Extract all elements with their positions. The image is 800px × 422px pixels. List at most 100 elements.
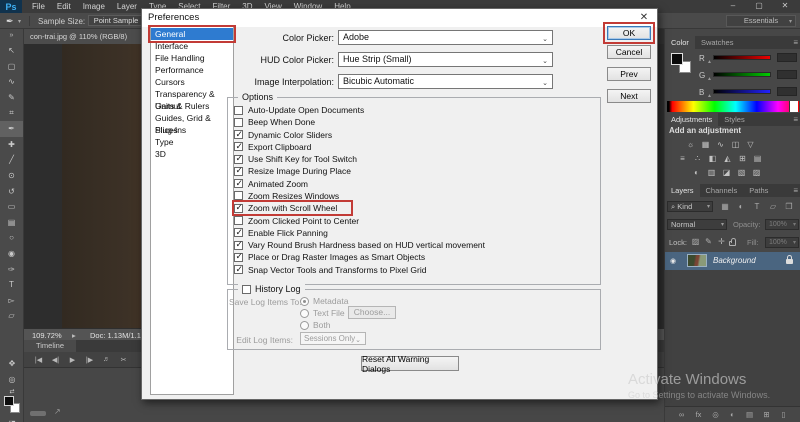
layer-mask-icon[interactable]: ◎ <box>707 410 724 419</box>
checkbox[interactable] <box>234 216 243 226</box>
menu-item[interactable]: Image <box>77 0 111 13</box>
panel-menu-icon[interactable]: ≡ <box>793 36 798 49</box>
option-row[interactable]: Animated Zoom <box>234 178 322 190</box>
menu-item[interactable]: File <box>26 0 51 13</box>
panel-menu-icon[interactable]: ≡ <box>793 113 798 126</box>
option-row[interactable]: Enable Flick Panning <box>234 227 342 239</box>
choose-button[interactable]: Choose... <box>348 306 396 319</box>
checkbox[interactable] <box>234 153 243 164</box>
layer-filter-dropdown[interactable]: ⌕ Kind ▾ <box>667 201 713 212</box>
dodge-tool-icon[interactable]: ◉ <box>0 246 23 262</box>
smart-object-filter-icon[interactable]: ❒ <box>781 201 797 212</box>
lock-pixels-icon[interactable]: ✎ <box>702 236 715 247</box>
checkbox[interactable] <box>234 178 243 189</box>
timeline-tab[interactable]: Timeline <box>24 340 76 352</box>
checkbox[interactable] <box>234 227 243 238</box>
play-icon[interactable]: ▶ <box>64 356 81 364</box>
radio-button[interactable] <box>300 308 309 318</box>
crop-tool-icon[interactable]: ⌗ <box>0 105 23 121</box>
channel-value-box[interactable] <box>777 70 797 79</box>
menu-item[interactable]: Layer <box>111 0 143 13</box>
blend-mode-dropdown[interactable]: Normal ▾ <box>667 219 727 230</box>
restore-button[interactable]: ▢ <box>746 0 772 12</box>
checkbox[interactable] <box>234 165 243 176</box>
panel-tab[interactable]: Paths <box>743 184 774 197</box>
curves-icon[interactable]: ∿ <box>713 140 728 152</box>
category-item[interactable]: Plug-Ins <box>151 124 233 136</box>
color-lookup-icon[interactable]: ▤ <box>750 154 765 166</box>
layer-visibility-icon[interactable]: ◉ <box>670 257 676 265</box>
white-swatch[interactable] <box>789 101 798 112</box>
radio-button[interactable] <box>300 320 309 330</box>
posterize-icon[interactable]: ▥ <box>704 168 719 180</box>
reset-warning-dialogs-button[interactable]: Reset All Warning Dialogs <box>361 354 459 374</box>
foreground-color-swatch[interactable] <box>671 53 683 65</box>
foreground-color-swatch[interactable] <box>4 396 14 406</box>
option-row[interactable]: Export Clipboard <box>234 141 325 153</box>
zoom-level[interactable]: 109.72% <box>32 331 62 340</box>
history-log-checkbox[interactable] <box>242 284 251 294</box>
checkbox[interactable] <box>234 129 243 140</box>
category-item[interactable]: 3D <box>151 148 233 160</box>
channel-mixer-icon[interactable]: ⊞ <box>735 154 750 166</box>
adjustment-layer-icon[interactable]: ◐ <box>724 410 741 419</box>
edit-log-dropdown[interactable]: Sessions Only ⌄ <box>300 332 366 345</box>
lock-all-icon[interactable] <box>729 238 736 246</box>
lock-position-icon[interactable]: ✛ <box>715 236 728 247</box>
category-item[interactable]: Units & Rulers <box>151 100 233 112</box>
split-icon[interactable]: ✂ <box>115 356 132 364</box>
minimize-button[interactable]: – <box>720 0 746 12</box>
sample-size-dropdown[interactable]: Point Sample <box>88 15 144 26</box>
photo-filter-icon[interactable]: ◭ <box>720 154 735 166</box>
exposure-icon[interactable]: ◫ <box>728 140 743 152</box>
radio-button[interactable] <box>300 296 309 306</box>
checkbox[interactable] <box>234 264 243 275</box>
chevron-down-icon[interactable]: ▾ <box>793 238 796 248</box>
type-layer-filter-icon[interactable]: T <box>749 201 765 212</box>
option-row[interactable]: Use Shift Key for Tool Switch <box>234 153 371 165</box>
hue-saturation-icon[interactable]: ≡ <box>675 154 690 166</box>
panel-tab[interactable]: Channels <box>700 184 744 197</box>
chevron-down-icon[interactable]: ▾ <box>18 18 21 25</box>
checkbox[interactable] <box>234 202 243 213</box>
dialog-button[interactable]: OK <box>603 22 655 44</box>
option-row[interactable]: Auto-Update Open Documents <box>234 104 378 116</box>
chevron-down-icon[interactable]: ▾ <box>793 220 796 230</box>
audio-icon[interactable]: ♬ <box>98 356 115 363</box>
brush-tool-icon[interactable]: ╱ <box>0 152 23 168</box>
levels-icon[interactable]: ▦ <box>698 140 713 152</box>
layer-thumbnail[interactable] <box>687 254 707 267</box>
path-selection-tool-icon[interactable]: ▻ <box>0 293 23 309</box>
collapse-toolbar-icon[interactable]: » <box>0 29 23 43</box>
type-tool-icon[interactable]: T <box>0 277 23 293</box>
lock-transparency-icon[interactable]: ▨ <box>689 236 702 247</box>
option-row[interactable]: Vary Round Brush Hardness based on HUD v… <box>234 239 499 251</box>
option-row[interactable]: Beep When Done <box>234 116 329 128</box>
next-frame-icon[interactable]: |▶ <box>81 356 98 364</box>
blur-tool-icon[interactable]: ○ <box>0 230 23 246</box>
hand-tool-icon[interactable]: ✥ <box>0 359 24 368</box>
panel-tab[interactable]: Swatches <box>695 36 740 49</box>
channel-value-box[interactable] <box>777 87 797 96</box>
pen-tool-icon[interactable]: ✑ <box>0 261 23 277</box>
checkbox[interactable] <box>234 251 243 262</box>
selective-color-icon[interactable]: ▨ <box>749 168 764 180</box>
marquee-tool-icon[interactable]: ▢ <box>0 59 23 75</box>
delete-layer-icon[interactable]: ▯ <box>775 410 792 419</box>
channel-slider[interactable] <box>713 55 771 60</box>
gradient-tool-icon[interactable]: ▤ <box>0 215 23 231</box>
option-row[interactable]: Dynamic Color Sliders <box>234 129 346 141</box>
channel-slider[interactable] <box>713 72 771 77</box>
slider-thumb-icon[interactable]: ▲ <box>707 76 712 82</box>
first-frame-icon[interactable]: |◀ <box>30 356 47 364</box>
brightness-contrast-icon[interactable]: ☼ <box>683 140 698 152</box>
black-white-icon[interactable]: ◧ <box>705 154 720 166</box>
pixel-layer-filter-icon[interactable]: ▦ <box>717 201 733 212</box>
option-row[interactable]: Zoom Resizes Windows <box>234 190 353 202</box>
layer-row-background[interactable]: ◉ Background <box>665 252 800 270</box>
invert-icon[interactable]: ◐ <box>689 168 704 180</box>
layer-effects-icon[interactable]: fx <box>690 410 707 419</box>
zoom-tool-icon[interactable]: ◎ <box>0 375 24 384</box>
checkbox[interactable] <box>234 239 243 250</box>
checkbox[interactable] <box>234 105 243 115</box>
